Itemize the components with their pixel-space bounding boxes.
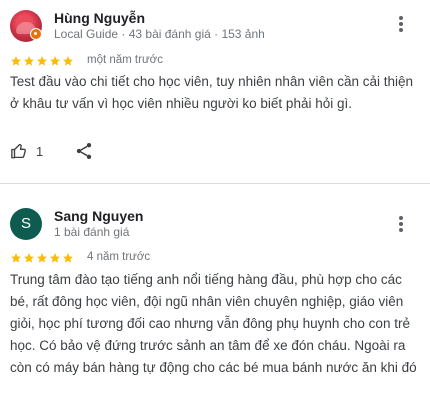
more-options-button[interactable] (396, 214, 406, 234)
review-text: Test đầu vào chi tiết cho học viên, tuy … (10, 74, 414, 111)
reviewer-meta: Local Guide · 43 bài đánh giá · 153 ảnh (54, 27, 265, 41)
star-icon (63, 56, 73, 66)
review-text: Trung tâm đào tạo tiếng anh nổi tiếng hà… (10, 272, 417, 375)
star-rating (10, 252, 74, 264)
reviewer-name[interactable]: Sang Nguyen (54, 208, 143, 224)
share-button[interactable] (74, 141, 94, 161)
review-time: một năm trước (87, 54, 163, 66)
share-icon (76, 143, 92, 159)
star-icon (63, 253, 73, 263)
like-button[interactable]: 1 (10, 141, 43, 161)
star-icon (24, 56, 34, 66)
star-icon (37, 253, 47, 263)
reviewer-meta: 1 bài đánh giá (54, 225, 130, 239)
local-guide-badge-icon (30, 28, 42, 40)
star-icon (24, 253, 34, 263)
more-options-button[interactable] (396, 14, 406, 34)
reviewer-name[interactable]: Hùng Nguyễn (54, 10, 145, 26)
avatar[interactable]: S (10, 208, 42, 240)
like-count: 1 (36, 143, 44, 159)
star-icon (11, 56, 21, 66)
star-icon (50, 56, 60, 66)
review-card: Hùng Nguyễn Local Guide · 43 bài đánh gi… (0, 0, 430, 183)
star-icon (50, 253, 60, 263)
star-icon (37, 56, 47, 66)
thumb-up-icon (11, 143, 26, 159)
star-rating (10, 55, 74, 67)
review-time: 4 năm trước (87, 251, 151, 263)
star-icon (11, 253, 21, 263)
review-card: S Sang Nguyen 1 bài đánh giá 4 năm trước… (0, 184, 430, 403)
